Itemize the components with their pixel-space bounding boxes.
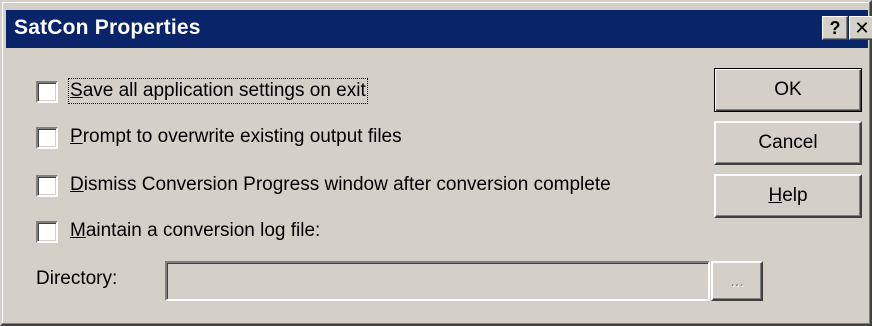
prompt-overwrite-checkbox[interactable] xyxy=(36,127,58,149)
prompt-overwrite-label[interactable]: Prompt to overwrite existing output file… xyxy=(70,126,402,148)
dismiss-progress-label[interactable]: Dismiss Conversion Progress window after… xyxy=(70,174,611,196)
window-title: SatCon Properties xyxy=(14,16,201,39)
ok-button[interactable]: OK xyxy=(714,68,862,112)
maintain-log-label[interactable]: Maintain a conversion log file: xyxy=(70,220,320,242)
save-settings-label[interactable]: Save all application settings on exit xyxy=(68,78,368,104)
title-bar[interactable]: SatCon Properties ? ✕ xyxy=(6,10,872,48)
directory-input xyxy=(165,261,710,301)
maintain-log-checkbox[interactable] xyxy=(36,221,58,243)
browse-button: ... xyxy=(711,261,763,301)
cancel-button[interactable]: Cancel xyxy=(714,121,862,165)
satcon-properties-dialog: SatCon Properties ? ✕ Save all applicati… xyxy=(0,0,872,326)
help-question-icon[interactable]: ? xyxy=(822,16,848,40)
close-icon[interactable]: ✕ xyxy=(849,16,872,40)
help-button[interactable]: Help xyxy=(714,174,862,218)
dismiss-progress-checkbox[interactable] xyxy=(36,175,58,197)
directory-label: Directory: xyxy=(36,268,118,289)
save-settings-checkbox[interactable] xyxy=(36,81,58,103)
